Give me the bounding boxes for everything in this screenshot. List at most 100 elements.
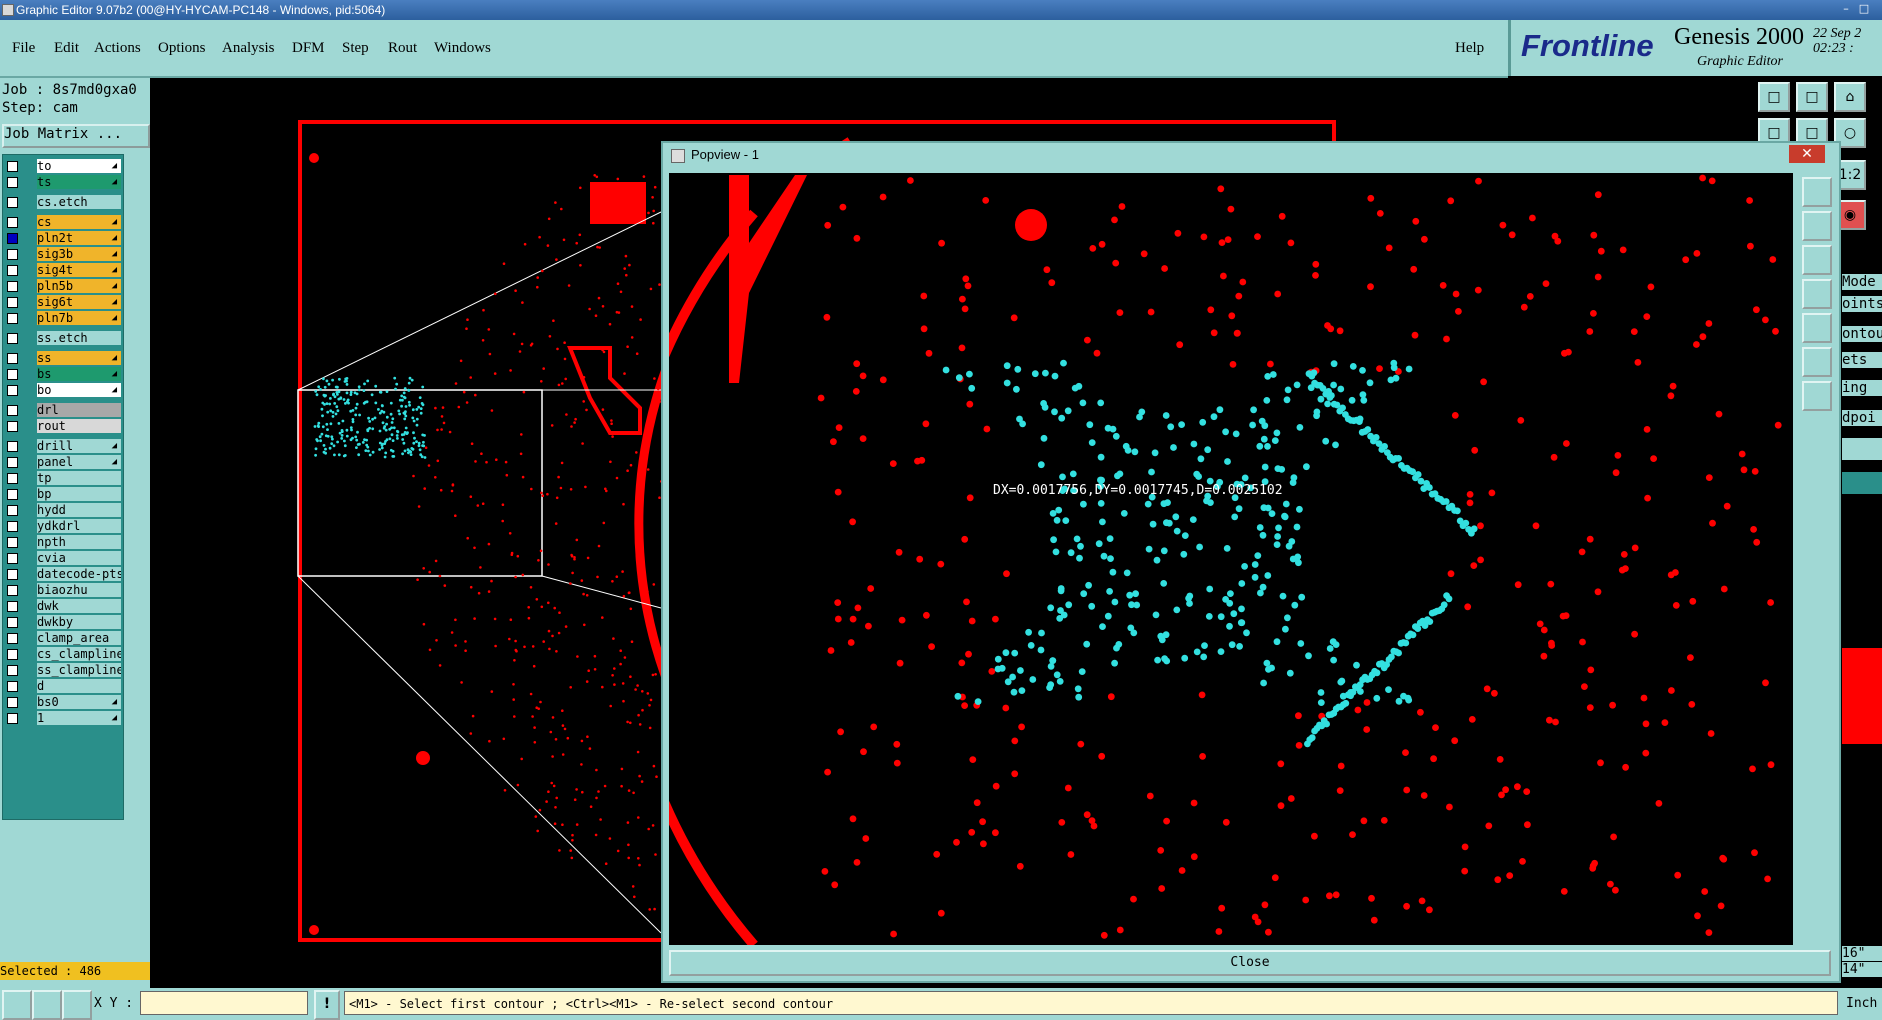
layer-name[interactable]: rout [37,419,121,433]
layer-checkbox[interactable] [7,585,18,596]
layer-checkbox[interactable] [7,681,18,692]
layer-checkbox[interactable] [7,665,18,676]
layer-row[interactable]: pln7b ◢ [3,311,123,325]
layer-checkbox[interactable] [7,441,18,452]
menu-options[interactable]: Options [158,40,206,57]
layer-checkbox[interactable] [7,197,18,208]
layer-checkbox[interactable] [7,297,18,308]
layer-name[interactable]: dwkby [37,615,121,629]
layer-name[interactable]: sig3b ◢ [37,247,121,261]
alert-icon[interactable]: ! [314,990,340,1020]
right-field[interactable] [1842,472,1882,494]
layer-name[interactable]: ss_clampline [37,663,121,677]
layer-name[interactable]: cvia [37,551,121,565]
pop-tool-icon[interactable] [1802,245,1832,275]
layer-row[interactable]: ts ◢ [3,175,123,189]
layer-row[interactable]: bo ◢ [3,383,123,397]
tool-icon[interactable]: □ [1758,82,1790,112]
layer-row[interactable]: ss.etch [3,331,123,345]
layer-row[interactable]: cs.etch [3,195,123,209]
layer-checkbox[interactable] [7,649,18,660]
layer-row[interactable]: hydd [3,503,123,517]
pop-tool-icon[interactable] [1802,211,1832,241]
layer-name[interactable]: datecode-pts [37,567,121,581]
layer-checkbox[interactable] [7,249,18,260]
layer-name[interactable]: to ◢ [37,159,121,173]
measure-tool-icon[interactable] [32,990,62,1020]
tool-icon[interactable]: □ [1796,82,1828,112]
layer-checkbox[interactable] [7,505,18,516]
layer-row[interactable]: ss_clampline [3,663,123,677]
layer-name[interactable]: drl [37,403,121,417]
maximize-button[interactable]: □ [1856,2,1872,16]
pop-tool-icon[interactable] [1802,279,1832,309]
layer-name[interactable]: bo ◢ [37,383,121,397]
menu-rout[interactable]: Rout [388,40,417,57]
layer-checkbox[interactable] [7,537,18,548]
layer-name[interactable]: tp [37,471,121,485]
layer-row[interactable]: d [3,679,123,693]
pop-tool-icon[interactable] [1802,347,1832,377]
layer-row[interactable]: datecode-pts [3,567,123,581]
menu-file[interactable]: File [12,40,35,57]
layer-name[interactable]: biaozhu [37,583,121,597]
layer-name[interactable]: cs_clampline [37,647,121,661]
layer-checkbox[interactable] [7,233,18,244]
layer-checkbox[interactable] [7,553,18,564]
popview-close-button[interactable]: Close [669,950,1831,976]
layer-name[interactable]: bs ◢ [37,367,121,381]
layer-checkbox[interactable] [7,405,18,416]
layer-checkbox[interactable] [7,353,18,364]
layer-name[interactable]: pln5b ◢ [37,279,121,293]
layer-row[interactable]: clamp_area [3,631,123,645]
menu-windows[interactable]: Windows [434,40,491,57]
layer-row[interactable]: biaozhu [3,583,123,597]
right-field[interactable] [1842,438,1882,460]
layer-checkbox[interactable] [7,217,18,228]
layer-name[interactable]: ss ◢ [37,351,121,365]
layer-checkbox[interactable] [7,569,18,580]
menu-dfm[interactable]: DFM [292,40,325,57]
layer-checkbox[interactable] [7,281,18,292]
layer-name[interactable]: clamp_area [37,631,121,645]
layer-row[interactable]: drl [3,403,123,417]
layer-checkbox[interactable] [7,697,18,708]
layer-name[interactable]: panel ◢ [37,455,121,469]
layer-name[interactable]: sig6t ◢ [37,295,121,309]
menu-analysis[interactable]: Analysis [222,40,275,57]
layer-name[interactable]: sig4t ◢ [37,263,121,277]
layer-row[interactable]: npth [3,535,123,549]
pop-tool-icon[interactable] [1802,177,1832,207]
layer-row[interactable]: ss ◢ [3,351,123,365]
pop-tool-icon[interactable] [1802,381,1832,411]
grid-tool-icon[interactable] [62,990,92,1020]
layer-name[interactable]: bp [37,487,121,501]
layer-name[interactable]: drill ◢ [37,439,121,453]
layer-name[interactable]: ydkdrl [37,519,121,533]
layer-checkbox[interactable] [7,313,18,324]
popview-close-x[interactable]: ✕ [1789,145,1825,163]
layer-row[interactable]: cs_clampline [3,647,123,661]
layer-name[interactable]: cs ◢ [37,215,121,229]
layer-name[interactable]: d [37,679,121,693]
layer-row[interactable]: ydkdrl [3,519,123,533]
layer-row[interactable]: drill ◢ [3,439,123,453]
menu-help[interactable]: Help [1455,40,1484,57]
layer-row[interactable]: tp [3,471,123,485]
layer-row[interactable]: bp [3,487,123,501]
layer-row[interactable]: bs0 ◢ [3,695,123,709]
layer-checkbox[interactable] [7,369,18,380]
layer-name[interactable]: pln7b ◢ [37,311,121,325]
layer-checkbox[interactable] [7,521,18,532]
layer-name[interactable]: cs.etch [37,195,121,209]
layer-row[interactable]: rout [3,419,123,433]
layer-row[interactable]: 1 ◢ [3,711,123,725]
layer-row[interactable]: cvia [3,551,123,565]
layer-name[interactable]: 1 ◢ [37,711,121,725]
layer-checkbox[interactable] [7,489,18,500]
layer-name[interactable]: dwk [37,599,121,613]
layer-row[interactable]: sig3b ◢ [3,247,123,261]
layer-checkbox[interactable] [7,385,18,396]
layer-row[interactable]: pln5b ◢ [3,279,123,293]
layer-checkbox[interactable] [7,617,18,628]
